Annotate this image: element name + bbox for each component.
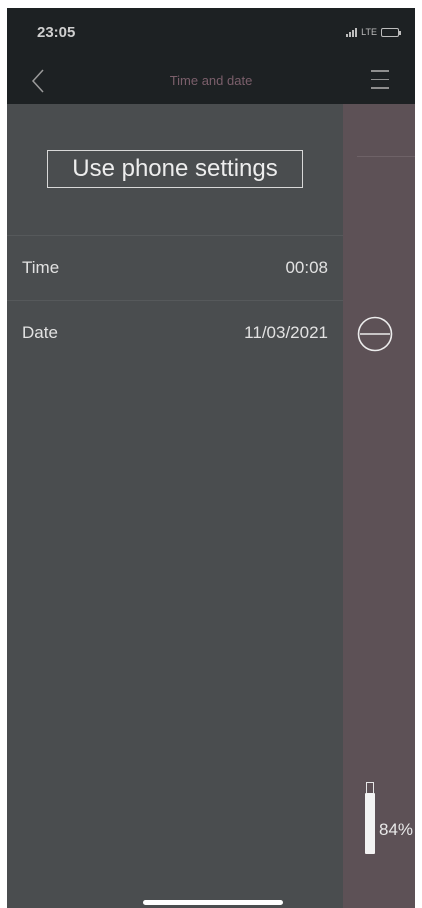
status-indicators: LTE	[346, 27, 401, 37]
time-label: Time	[22, 258, 60, 277]
status-bar: 23:05 LTE	[7, 8, 415, 58]
network-label: LTE	[361, 27, 377, 37]
date-label: Date	[22, 323, 58, 342]
date-value: 11/03/2021	[244, 323, 328, 342]
battery-level-icon	[365, 782, 375, 854]
page-title: Time and date	[169, 73, 253, 88]
status-time: 23:05	[37, 24, 76, 41]
hamburger-menu-icon[interactable]	[371, 70, 391, 92]
signal-icon	[346, 27, 358, 37]
use-phone-settings-button[interactable]: Use phone settings	[47, 150, 303, 188]
side-panel: 84%	[343, 104, 415, 908]
minus-circle-icon[interactable]	[357, 316, 393, 352]
divider	[357, 156, 415, 157]
date-row[interactable]: Date 11/03/2021	[7, 301, 343, 365]
home-indicator[interactable]	[143, 900, 283, 905]
time-value: 00:08	[285, 258, 328, 277]
time-row[interactable]: Time 00:08	[7, 236, 343, 300]
settings-panel: Use phone settings Time 00:08 Date 11/03…	[7, 104, 343, 908]
nav-bar: Time and date	[7, 58, 415, 104]
battery-percent: 84%	[379, 820, 414, 839]
battery-icon	[381, 27, 401, 37]
phone-screen: 23:05 LTE Time and date Use phone settin…	[7, 8, 415, 908]
